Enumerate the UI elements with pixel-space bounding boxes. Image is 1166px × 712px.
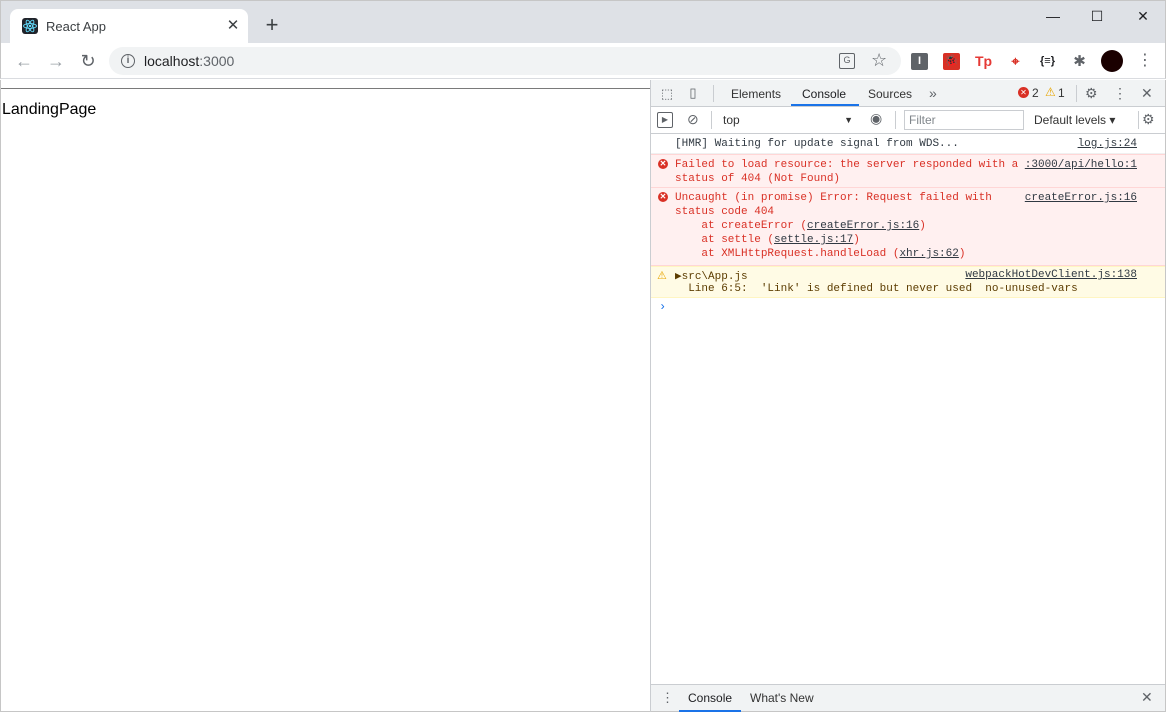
page-viewport: LandingPage bbox=[0, 80, 650, 712]
context-selector[interactable]: top ▼ bbox=[717, 110, 857, 130]
log-levels-dropdown[interactable]: Default levels ▾ bbox=[1034, 113, 1115, 127]
drawer-tab-whats-new[interactable]: What's New bbox=[750, 691, 814, 705]
tab-title: React App bbox=[46, 19, 106, 34]
tab-elements[interactable]: Elements bbox=[731, 87, 781, 101]
tab-console[interactable]: Console bbox=[802, 87, 846, 101]
warning-count[interactable]: 1 bbox=[1058, 86, 1065, 100]
stack-frame-suffix: ) bbox=[919, 220, 926, 232]
extension-json-icon[interactable]: {≡} bbox=[1039, 53, 1056, 70]
divider bbox=[895, 111, 896, 129]
react-logo-icon bbox=[22, 18, 38, 34]
console-prompt-icon[interactable]: › bbox=[659, 300, 666, 314]
error-text-line2: status of 404 (Not Found) bbox=[675, 173, 841, 185]
browser-tab[interactable]: React App ✕ bbox=[10, 9, 248, 44]
devtools-drawer: ⋮ Console What's New ✕ bbox=[651, 684, 1165, 712]
extension-cursor-icon[interactable]: ⌖ bbox=[1007, 53, 1024, 70]
devtools-close-icon[interactable]: ✕ bbox=[1141, 85, 1153, 101]
window-close-button[interactable]: ✕ bbox=[1131, 6, 1155, 26]
tab-close-icon[interactable]: ✕ bbox=[224, 17, 242, 35]
console-output: [HMR] Waiting for update signal from WDS… bbox=[651, 134, 1165, 684]
stack-frame-3: at XMLHttpRequest.handleLoad (xhr.js:62) bbox=[675, 248, 965, 260]
menu-kebab-icon[interactable]: ⋮ bbox=[1137, 51, 1153, 71]
reload-icon[interactable]: ↻ bbox=[77, 50, 99, 72]
divider bbox=[1138, 111, 1139, 129]
extension-i-icon[interactable]: I bbox=[911, 53, 928, 70]
active-tab-indicator bbox=[791, 104, 859, 106]
device-toolbar-icon[interactable]: ▯ bbox=[685, 85, 701, 101]
browser-tab-strip: React App ✕ + — ☐ ✕ bbox=[0, 0, 1166, 44]
extension-bug-icon[interactable]: 🐞 bbox=[943, 53, 960, 70]
profile-avatar[interactable] bbox=[1101, 50, 1123, 72]
extension-tp-icon[interactable]: Tp bbox=[975, 53, 992, 70]
minimize-button[interactable]: — bbox=[1041, 6, 1065, 26]
console-filter-input[interactable] bbox=[904, 110, 1024, 130]
stack-frame-link[interactable]: xhr.js:62 bbox=[899, 248, 958, 260]
address-bar[interactable]: i localhost:3000 G ☆ bbox=[109, 47, 901, 75]
divider bbox=[1076, 85, 1077, 102]
error-icon: ✕ bbox=[658, 192, 668, 202]
error-text-line1: Failed to load resource: the server resp… bbox=[675, 159, 1019, 171]
dropdown-arrow-icon: ▼ bbox=[844, 115, 853, 125]
console-message-warning: ⚠ ▶src\App.js Line 6:5: 'Link' is define… bbox=[651, 266, 1165, 298]
console-settings-gear-icon[interactable]: ⚙ bbox=[1142, 111, 1155, 127]
error-text-line2: status code 404 bbox=[675, 206, 775, 218]
stack-frame-suffix: ) bbox=[958, 248, 966, 260]
star-icon[interactable]: ☆ bbox=[871, 50, 887, 71]
warning-icon: ⚠ bbox=[657, 269, 667, 282]
warning-text-line1[interactable]: ▶src\App.js bbox=[675, 269, 748, 283]
page-heading: LandingPage bbox=[2, 101, 97, 118]
console-filter-bar: ▶ ⊘ top ▼ ◉ Default levels ▾ ⚙ bbox=[651, 107, 1165, 134]
context-value: top bbox=[723, 113, 740, 127]
console-sidebar-icon[interactable]: ▶ bbox=[657, 112, 673, 128]
more-tabs-icon[interactable]: » bbox=[929, 85, 937, 101]
error-icon: ✕ bbox=[658, 159, 668, 169]
drawer-tab-console[interactable]: Console bbox=[688, 691, 732, 705]
devtools-menu-icon[interactable]: ⋮ bbox=[1113, 85, 1127, 101]
settings-gear-icon[interactable]: ⚙ bbox=[1085, 85, 1098, 101]
stack-frame-prefix: at settle ( bbox=[675, 234, 775, 246]
translate-icon[interactable]: G bbox=[839, 53, 855, 69]
error-text-line1: Uncaught (in promise) Error: Request fai… bbox=[675, 192, 992, 204]
console-message-error: ✕ Uncaught (in promise) Error: Request f… bbox=[651, 188, 1165, 266]
error-source-link[interactable]: :3000/api/hello:1 bbox=[1025, 159, 1137, 171]
log-text: [HMR] Waiting for update signal from WDS… bbox=[675, 138, 959, 150]
stack-frame-prefix: at createError ( bbox=[675, 220, 808, 232]
inspect-element-icon[interactable]: ⬚ bbox=[659, 86, 675, 102]
clear-console-icon[interactable]: ⊘ bbox=[687, 111, 699, 127]
stack-frame-link[interactable]: createError.js:16 bbox=[807, 220, 919, 232]
divider bbox=[713, 85, 714, 102]
warning-count-icon[interactable]: ⚠ bbox=[1045, 85, 1056, 99]
url-host: localhost bbox=[144, 53, 200, 69]
warning-source-link[interactable]: webpackHotDevClient.js:138 bbox=[965, 269, 1137, 281]
maximize-button[interactable]: ☐ bbox=[1085, 6, 1109, 26]
url-text[interactable]: localhost:3000 bbox=[144, 53, 234, 69]
drawer-menu-icon[interactable]: ⋮ bbox=[661, 690, 674, 706]
divider bbox=[711, 111, 712, 129]
console-message-error: ✕ Failed to load resource: the server re… bbox=[651, 154, 1165, 188]
devtools-panel: ⬚ ▯ Elements Console Sources » ✕ 2 ⚠ 1 ⚙… bbox=[650, 80, 1166, 712]
forward-arrow-icon[interactable]: → bbox=[45, 50, 67, 72]
console-message-log: [HMR] Waiting for update signal from WDS… bbox=[651, 134, 1165, 154]
error-source-link[interactable]: createError.js:16 bbox=[1025, 192, 1137, 204]
browser-toolbar: ← → ↻ i localhost:3000 G ☆ I 🐞 Tp ⌖ {≡} … bbox=[0, 43, 1166, 79]
drawer-close-icon[interactable]: ✕ bbox=[1141, 689, 1153, 705]
stack-frame-prefix: at XMLHttpRequest.handleLoad ( bbox=[675, 248, 900, 260]
tab-sources[interactable]: Sources bbox=[868, 87, 912, 101]
info-icon[interactable]: i bbox=[121, 54, 135, 68]
extensions-puzzle-icon[interactable]: ✱ bbox=[1071, 53, 1088, 70]
warning-text-line2: Line 6:5: 'Link' is defined but never us… bbox=[675, 283, 1078, 295]
new-tab-button[interactable]: + bbox=[262, 14, 282, 36]
stack-frame-1: at createError (createError.js:16) bbox=[675, 220, 926, 232]
live-expression-eye-icon[interactable]: ◉ bbox=[870, 110, 882, 126]
devtools-tabbar: ⬚ ▯ Elements Console Sources » ✕ 2 ⚠ 1 ⚙… bbox=[651, 80, 1165, 107]
back-arrow-icon[interactable]: ← bbox=[13, 50, 35, 72]
stack-frame-2: at settle (settle.js:17) bbox=[675, 234, 860, 246]
error-count-icon[interactable]: ✕ bbox=[1018, 87, 1029, 98]
stack-frame-link[interactable]: settle.js:17 bbox=[774, 234, 853, 246]
stack-frame-suffix: ) bbox=[853, 234, 860, 246]
url-port: :3000 bbox=[199, 53, 235, 69]
error-count[interactable]: 2 bbox=[1032, 86, 1039, 100]
page-divider bbox=[1, 88, 650, 89]
log-source-link[interactable]: log.js:24 bbox=[1078, 138, 1137, 150]
